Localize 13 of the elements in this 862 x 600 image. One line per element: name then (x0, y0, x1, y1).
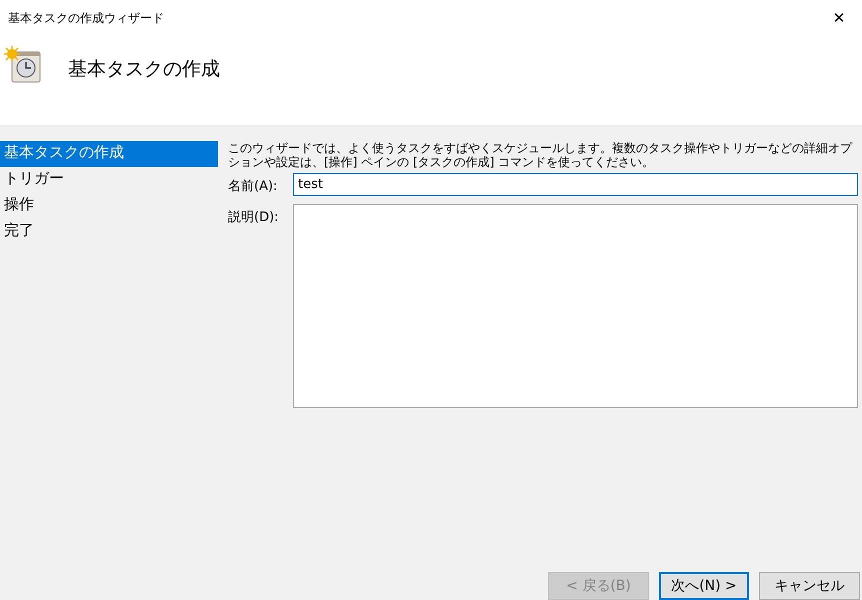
window-title: 基本タスクの作成ウィザード (8, 10, 164, 26)
wizard-button[interactable]: 次へ(N) > (659, 572, 749, 600)
field-label: 説明(D): (228, 209, 280, 226)
wizard-heading: 基本タスクの作成 (68, 57, 220, 82)
description-field[interactable] (293, 204, 858, 408)
name-field[interactable]: test (293, 173, 858, 196)
description-text: このウィザードでは、よく使うタスクをすばやくスケジュールします。複数のタスク操作やトリガーなどの詳細オプションや設定は、[操作] ペインの [タスクの作成] コマンドを使ってください。 (228, 141, 854, 169)
field-label: 名前(A): (228, 178, 278, 195)
step-item[interactable]: 操作 (0, 193, 218, 219)
step-item[interactable]: 完了 (0, 219, 218, 245)
step-item[interactable]: トリガー (0, 167, 218, 193)
step-item[interactable]: 基本タスクの作成 (0, 141, 218, 167)
wizard-button[interactable]: キャンセル (759, 572, 860, 600)
